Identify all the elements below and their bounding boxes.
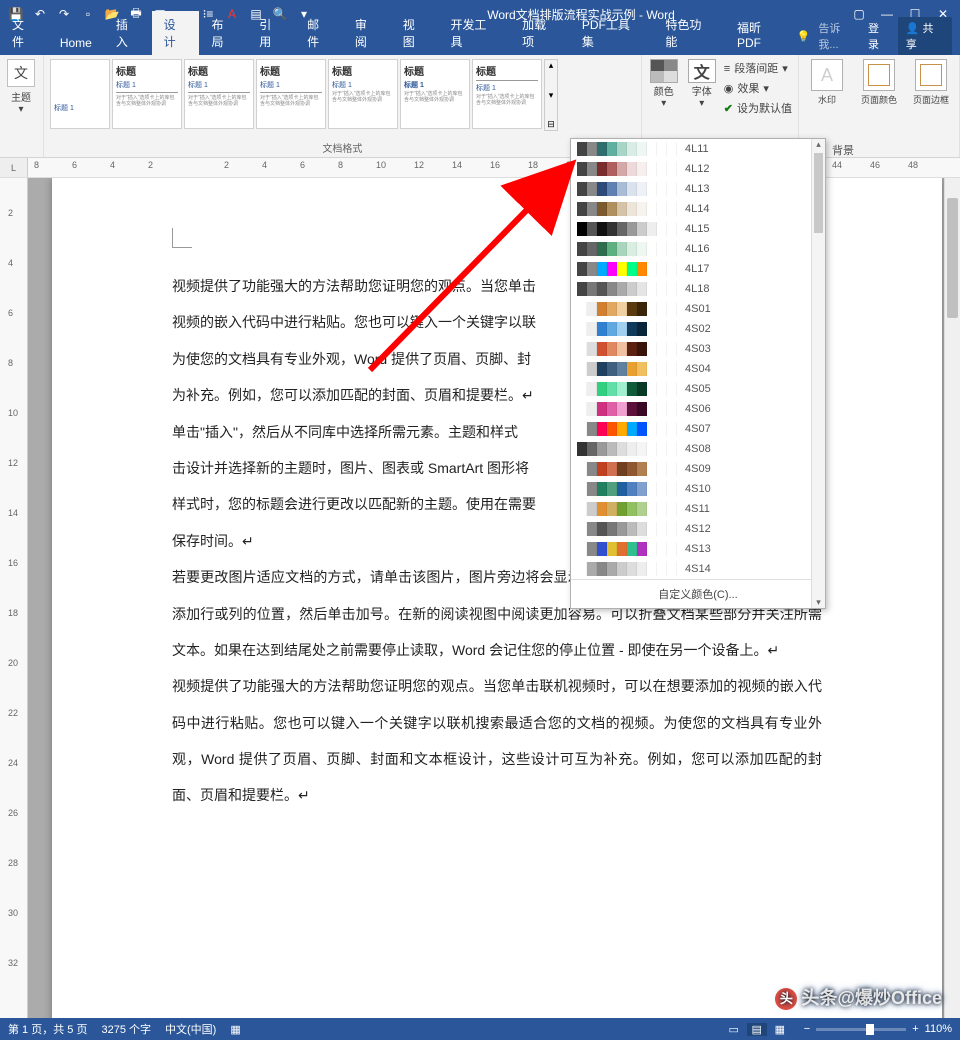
redo-icon[interactable]: ↷	[54, 4, 74, 24]
zoom-out-icon[interactable]: −	[804, 1023, 810, 1035]
style-item[interactable]: 标题标题 1对于"插入"选项卡上的库包含与文档整体外观协调	[328, 59, 398, 129]
image-watermark: 头头条@爆炒Office	[775, 984, 942, 1010]
language[interactable]: 中文(中国)	[165, 1021, 216, 1037]
tab-view[interactable]: 视图	[391, 11, 439, 55]
tell-me[interactable]: 告诉我...	[818, 20, 860, 52]
tab-addins[interactable]: 加载项	[510, 11, 570, 55]
tab-insert[interactable]: 插入	[104, 11, 152, 55]
color-scheme-4L13[interactable]: 4L13	[571, 179, 825, 199]
word-count[interactable]: 3275 个字	[101, 1021, 151, 1037]
color-scheme-4L15[interactable]: 4L15	[571, 219, 825, 239]
custom-colors-option[interactable]: 自定义颜色(C)...	[571, 579, 825, 608]
web-layout-icon[interactable]: ▦	[770, 1023, 790, 1036]
colors-button[interactable]: 颜色▾	[648, 59, 680, 109]
vertical-ruler[interactable]: 2468101214161820222426283032	[0, 178, 28, 1018]
color-scheme-4L12[interactable]: 4L12	[571, 159, 825, 179]
color-scheme-4L17[interactable]: 4L17	[571, 259, 825, 279]
style-item[interactable]: 标题标题 1对于"插入"选项卡上的库包含与文档整体外观协调	[400, 59, 470, 129]
color-scheme-4L11[interactable]: 4L11	[571, 139, 825, 159]
page-count[interactable]: 第 1 页，共 5 页	[8, 1021, 87, 1037]
color-scheme-4L14[interactable]: 4L14	[571, 199, 825, 219]
color-scheme-4S09[interactable]: 4S09	[571, 459, 825, 479]
color-scheme-4S14[interactable]: 4S14	[571, 559, 825, 579]
color-scheme-dropdown: 4L114L124L134L144L154L164L174L184S014S02…	[570, 138, 826, 609]
vertical-scrollbar[interactable]	[944, 178, 960, 1018]
share-button[interactable]: 👤 共享	[898, 17, 952, 55]
dropdown-scrollbar-thumb[interactable]	[814, 153, 823, 233]
fonts-button[interactable]: 文 字体▾	[686, 59, 718, 109]
color-scheme-4S04[interactable]: 4S04	[571, 359, 825, 379]
tab-pdf-tools[interactable]: PDF工具集	[570, 11, 654, 55]
zoom-slider[interactable]	[816, 1028, 906, 1031]
paragraph[interactable]: 视频提供了功能强大的方法帮助您证明您的观点。当您单击联机视频时，可以在想要添加的…	[172, 668, 822, 814]
color-scheme-4S07[interactable]: 4S07	[571, 419, 825, 439]
tab-review[interactable]: 审阅	[343, 11, 391, 55]
zoom-control: − + 110%	[804, 1023, 952, 1035]
page-border-button[interactable]: 页面边框	[909, 59, 953, 106]
themes-button[interactable]: 文 主题 ▾	[6, 59, 36, 115]
tab-developer[interactable]: 开发工具	[439, 11, 511, 55]
watermark-button[interactable]: 水印	[805, 59, 849, 106]
style-item[interactable]: 标题标题 1对于"插入"选项卡上的库包含与文档整体外观协调	[472, 59, 542, 129]
color-scheme-4S12[interactable]: 4S12	[571, 519, 825, 539]
color-scheme-4S05[interactable]: 4S05	[571, 379, 825, 399]
color-scheme-4S13[interactable]: 4S13	[571, 539, 825, 559]
tab-layout[interactable]: 布局	[199, 11, 247, 55]
tab-file[interactable]: 文件	[0, 11, 48, 55]
style-item[interactable]: 标题 1	[50, 59, 110, 129]
style-item[interactable]: 标题标题 1对于"插入"选项卡上的库包含与文档整体外观协调	[112, 59, 182, 129]
group-label: 文档格式	[50, 138, 635, 155]
zoom-value[interactable]: 110%	[925, 1023, 952, 1035]
view-buttons: ▭ ▤ ▦	[724, 1023, 790, 1036]
login-link[interactable]: 登录	[868, 20, 890, 52]
zoom-in-icon[interactable]: +	[912, 1023, 918, 1035]
set-default-button[interactable]: ✔ 设为默认值	[724, 99, 792, 119]
page-color-button[interactable]: 页面颜色	[857, 59, 901, 106]
tell-me-icon: 💡	[797, 30, 811, 43]
style-item[interactable]: 标题标题 1对于"插入"选项卡上的库包含与文档整体外观协调	[256, 59, 326, 129]
print-layout-icon[interactable]: ▤	[747, 1023, 767, 1036]
effects-button[interactable]: ◉ 效果 ▾	[724, 79, 792, 99]
color-scheme-4S03[interactable]: 4S03	[571, 339, 825, 359]
color-scheme-4S02[interactable]: 4S02	[571, 319, 825, 339]
scroll-up-icon[interactable]: ▴	[812, 139, 825, 150]
color-scheme-4S01[interactable]: 4S01	[571, 299, 825, 319]
paragraph-spacing-button[interactable]: ≡ 段落间距 ▾	[724, 59, 792, 79]
style-gallery[interactable]: 标题 1 标题标题 1对于"插入"选项卡上的库包含与文档整体外观协调 标题标题 …	[50, 59, 635, 131]
gallery-up-icon[interactable]: ▴	[545, 60, 557, 71]
status-bar: 第 1 页，共 5 页 3275 个字 中文(中国) ▦ ▭ ▤ ▦ − + 1…	[0, 1018, 960, 1040]
bg-label-behind: 背景	[832, 142, 854, 158]
color-scheme-4S08[interactable]: 4S08	[571, 439, 825, 459]
scrollbar-thumb[interactable]	[947, 198, 958, 318]
ruler-corner: L	[0, 158, 28, 177]
new-icon[interactable]: ▫	[78, 4, 98, 24]
color-scheme-4S06[interactable]: 4S06	[571, 399, 825, 419]
scroll-down-icon[interactable]: ▾	[812, 597, 825, 608]
color-scheme-4L18[interactable]: 4L18	[571, 279, 825, 299]
tab-features[interactable]: 特色功能	[653, 11, 725, 55]
gallery-down-icon[interactable]: ▾	[545, 90, 557, 101]
color-scheme-4S11[interactable]: 4S11	[571, 499, 825, 519]
gallery-more-icon[interactable]: ⊟	[545, 119, 557, 130]
margin-marker	[172, 228, 192, 248]
tab-design[interactable]: 设计	[152, 11, 200, 55]
ribbon-tabs: 文件 Home 插入 设计 布局 引用 邮件 审阅 视图 开发工具 加载项 PD…	[0, 28, 960, 55]
tab-foxit[interactable]: 福昕PDF	[725, 14, 797, 55]
tab-home[interactable]: Home	[48, 31, 104, 55]
tab-references[interactable]: 引用	[247, 11, 295, 55]
color-scheme-4S10[interactable]: 4S10	[571, 479, 825, 499]
read-mode-icon[interactable]: ▭	[724, 1023, 744, 1036]
color-scheme-4L16[interactable]: 4L16	[571, 239, 825, 259]
dropdown-scrollbar[interactable]: ▴ ▾	[811, 139, 825, 608]
style-item[interactable]: 标题标题 1对于"插入"选项卡上的库包含与文档整体外观协调	[184, 59, 254, 129]
tab-mailings[interactable]: 邮件	[295, 11, 343, 55]
macro-icon[interactable]: ▦	[230, 1023, 240, 1036]
